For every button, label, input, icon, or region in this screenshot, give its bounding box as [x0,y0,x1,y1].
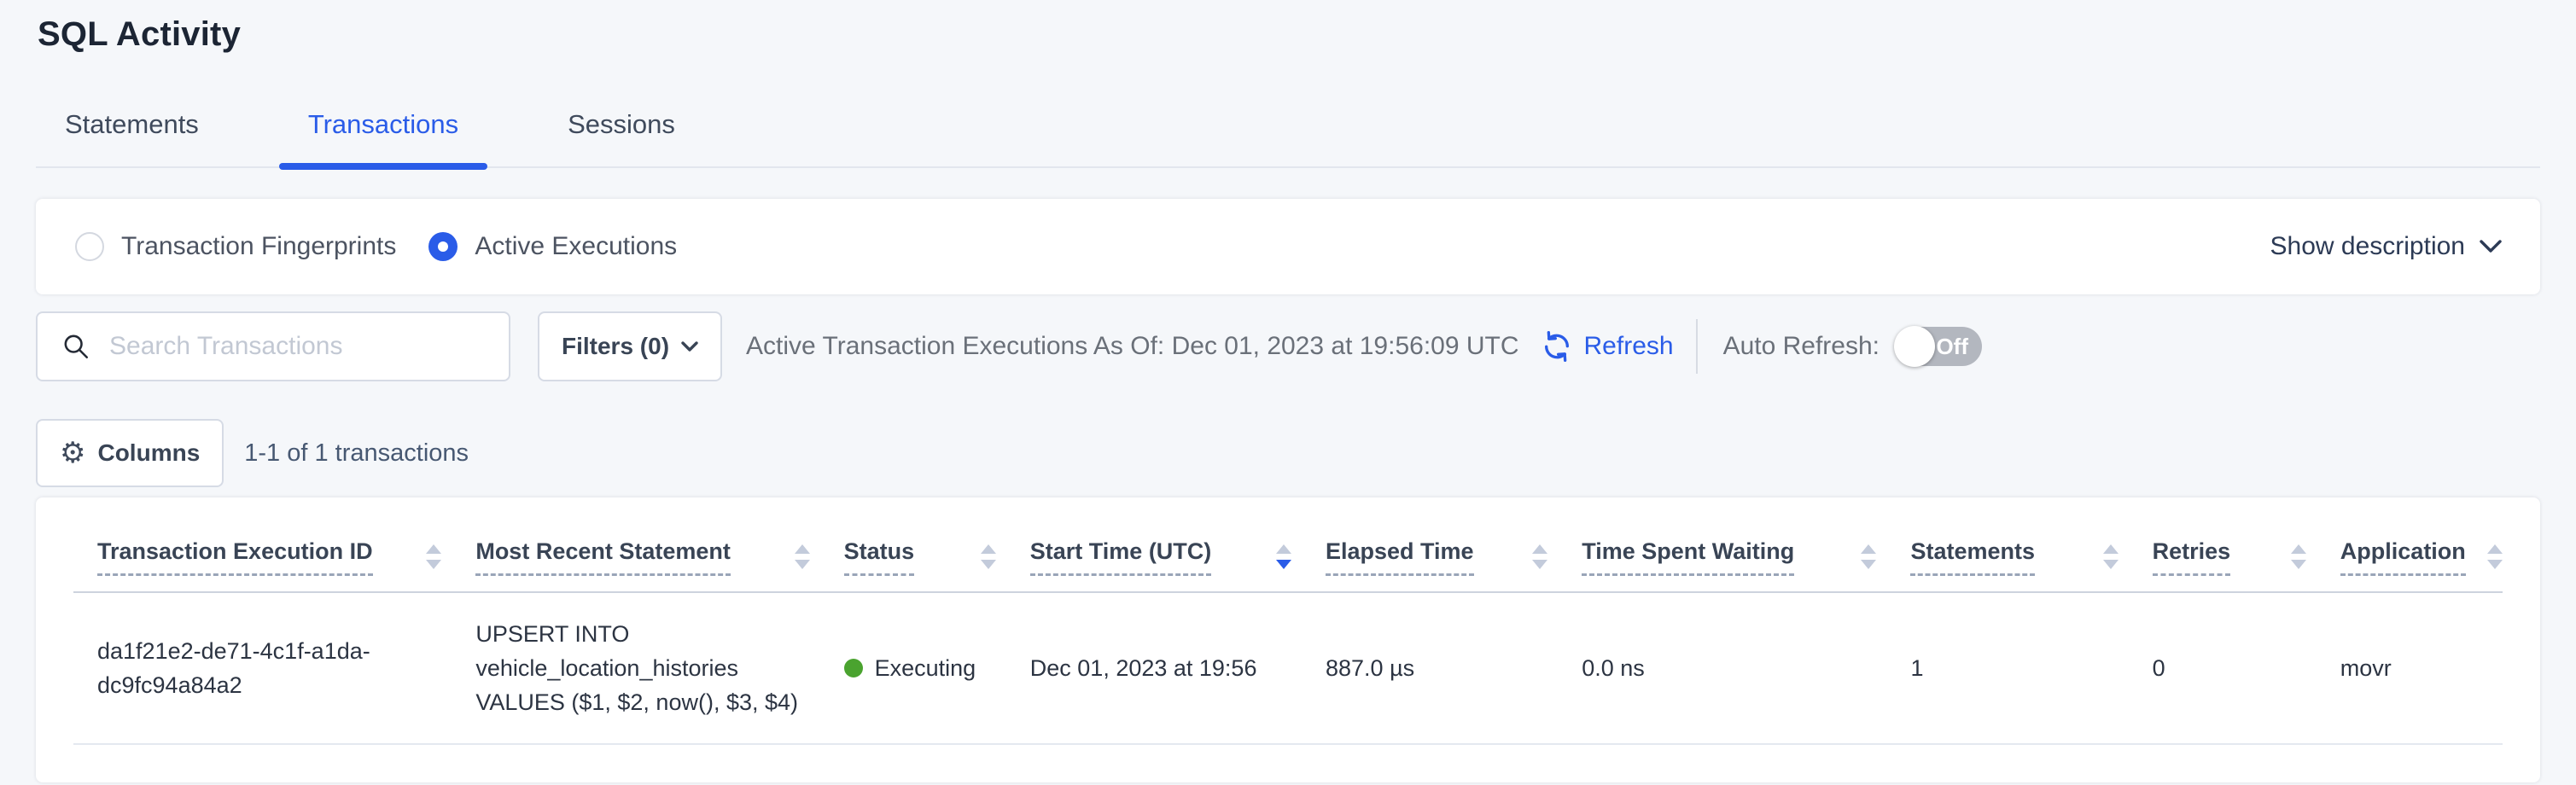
sql-activity-page: SQL Activity Statements Transactions Ses… [0,0,2576,785]
cell-retries: 0 [2153,592,2340,744]
gear-icon: ⚙ [60,439,85,468]
result-count: 1-1 of 1 transactions [244,439,469,468]
show-description-label: Show description [2270,232,2465,261]
radio-label: Transaction Fingerprints [121,232,396,261]
column-header-status[interactable]: Status [844,497,1030,592]
cell-status: Executing [844,592,1030,744]
sort-arrows-icon [981,544,996,569]
column-header-retries[interactable]: Retries [2153,497,2340,592]
auto-refresh-toggle[interactable]: Off [1895,327,1982,366]
refresh-label: Refresh [1584,332,1674,361]
filters-button[interactable]: Filters (0) [538,311,722,381]
cell-statements: 1 [1910,592,2152,744]
radio-active-executions[interactable]: Active Executions [428,232,677,261]
column-header-application[interactable]: Application [2340,497,2503,592]
sort-arrows-icon [2103,544,2118,569]
cell-time-spent-waiting: 0.0 ns [1582,592,1910,744]
toggle-state-label: Off [1936,334,1982,360]
sort-arrows-icon [2487,544,2503,569]
refresh-button[interactable]: Refresh [1540,329,1674,363]
column-header-transaction-execution-id[interactable]: Transaction Execution ID [73,497,475,592]
sort-arrows-icon-active-desc [1276,544,1291,569]
table-toolbar: ⚙ Columns 1-1 of 1 transactions [36,419,2540,487]
status-label: Executing [875,651,976,685]
radio-unselected-icon [75,232,104,261]
column-header-statements[interactable]: Statements [1910,497,2152,592]
controls-row: Filters (0) Active Transaction Execution… [36,311,2540,381]
chevron-down-icon [681,341,698,352]
refresh-icon [1540,329,1574,363]
cell-most-recent-statement: UPSERT INTO vehicle_location_histories V… [475,592,843,744]
toggle-knob [1894,326,1935,367]
columns-button[interactable]: ⚙ Columns [36,419,224,487]
search-icon [61,332,90,361]
table-header-row: Transaction Execution ID Most Recent Sta… [73,497,2503,592]
tab-sessions[interactable]: Sessions [539,108,704,166]
auto-refresh-label: Auto Refresh: [1723,332,1880,361]
page-title: SQL Activity [0,0,2576,54]
cell-elapsed-time: 887.0 µs [1326,592,1582,744]
cell-start-time: Dec 01, 2023 at 19:56 [1030,592,1326,744]
column-header-elapsed-time[interactable]: Elapsed Time [1326,497,1582,592]
view-options-card: Transaction Fingerprints Active Executio… [36,199,2540,294]
transactions-table-card: Transaction Execution ID Most Recent Sta… [36,497,2540,782]
column-header-most-recent-statement[interactable]: Most Recent Statement [475,497,843,592]
search-input[interactable] [109,332,492,361]
radio-selected-icon [428,232,458,261]
radio-transaction-fingerprints[interactable]: Transaction Fingerprints [75,232,396,261]
columns-button-label: Columns [97,439,200,467]
status-executing-dot-icon [844,659,863,677]
vertical-divider [1696,319,1698,374]
as-of-text: Active Transaction Executions As Of: Dec… [746,332,1518,361]
column-header-time-spent-waiting[interactable]: Time Spent Waiting [1582,497,1910,592]
search-box [36,311,510,381]
radio-label: Active Executions [475,232,677,261]
sort-arrows-icon [1532,544,1547,569]
show-description-toggle[interactable]: Show description [2270,232,2503,261]
cell-transaction-execution-id: da1f21e2-de71-4c1f-a1da-dc9fc94a84a2 [73,592,475,744]
chevron-down-icon [2479,239,2503,254]
sort-arrows-icon [426,544,441,569]
tab-transactions[interactable]: Transactions [279,108,487,166]
sort-arrows-icon [795,544,810,569]
table-row: da1f21e2-de71-4c1f-a1da-dc9fc94a84a2 UPS… [73,592,2503,744]
cell-application: movr [2340,592,2503,744]
filters-label: Filters (0) [562,333,669,360]
tab-statements[interactable]: Statements [36,108,228,166]
column-header-start-time[interactable]: Start Time (UTC) [1030,497,1326,592]
transactions-table: Transaction Execution ID Most Recent Sta… [73,497,2503,745]
sort-arrows-icon [1861,544,1876,569]
tab-bar: Statements Transactions Sessions [36,108,2540,168]
sort-arrows-icon [2291,544,2306,569]
